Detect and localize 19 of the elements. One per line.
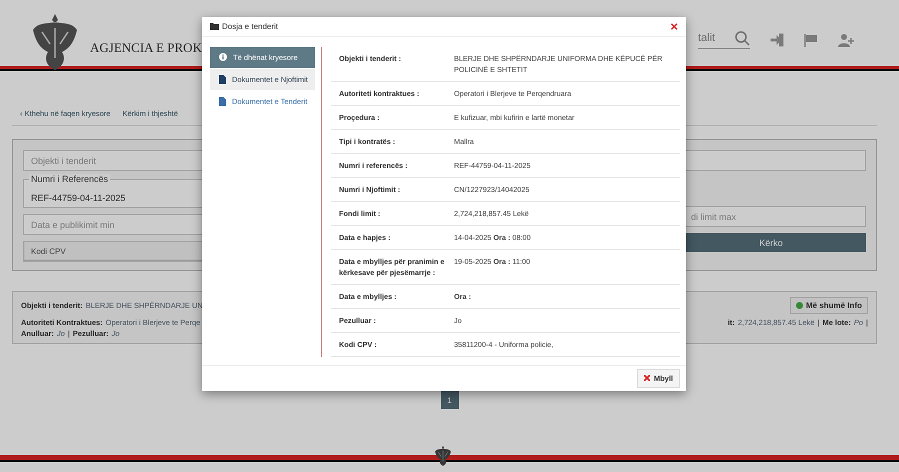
emblem-logo	[434, 445, 452, 467]
user-add-icon[interactable]	[838, 33, 854, 47]
search-field[interactable]: talit	[698, 28, 750, 49]
close-icon	[644, 375, 650, 382]
site-title: AGJENCIA E PROK	[90, 40, 202, 56]
folder-icon	[210, 22, 219, 30]
file-icon	[219, 96, 226, 106]
field-label: Numri i Referencës	[29, 174, 110, 184]
file-icon	[219, 74, 226, 84]
flag-icon[interactable]	[804, 33, 818, 47]
info-icon	[796, 302, 803, 309]
info-icon	[219, 53, 227, 62]
search-icon[interactable]	[734, 30, 750, 46]
emblem-logo	[30, 12, 80, 72]
page-button[interactable]: 1	[440, 391, 458, 409]
close-button[interactable]: ×	[670, 20, 678, 33]
more-info-button[interactable]: Më shumë Info	[790, 297, 868, 314]
login-icon[interactable]	[770, 33, 784, 47]
dialog-title: Dosja e tenderit	[222, 22, 278, 31]
